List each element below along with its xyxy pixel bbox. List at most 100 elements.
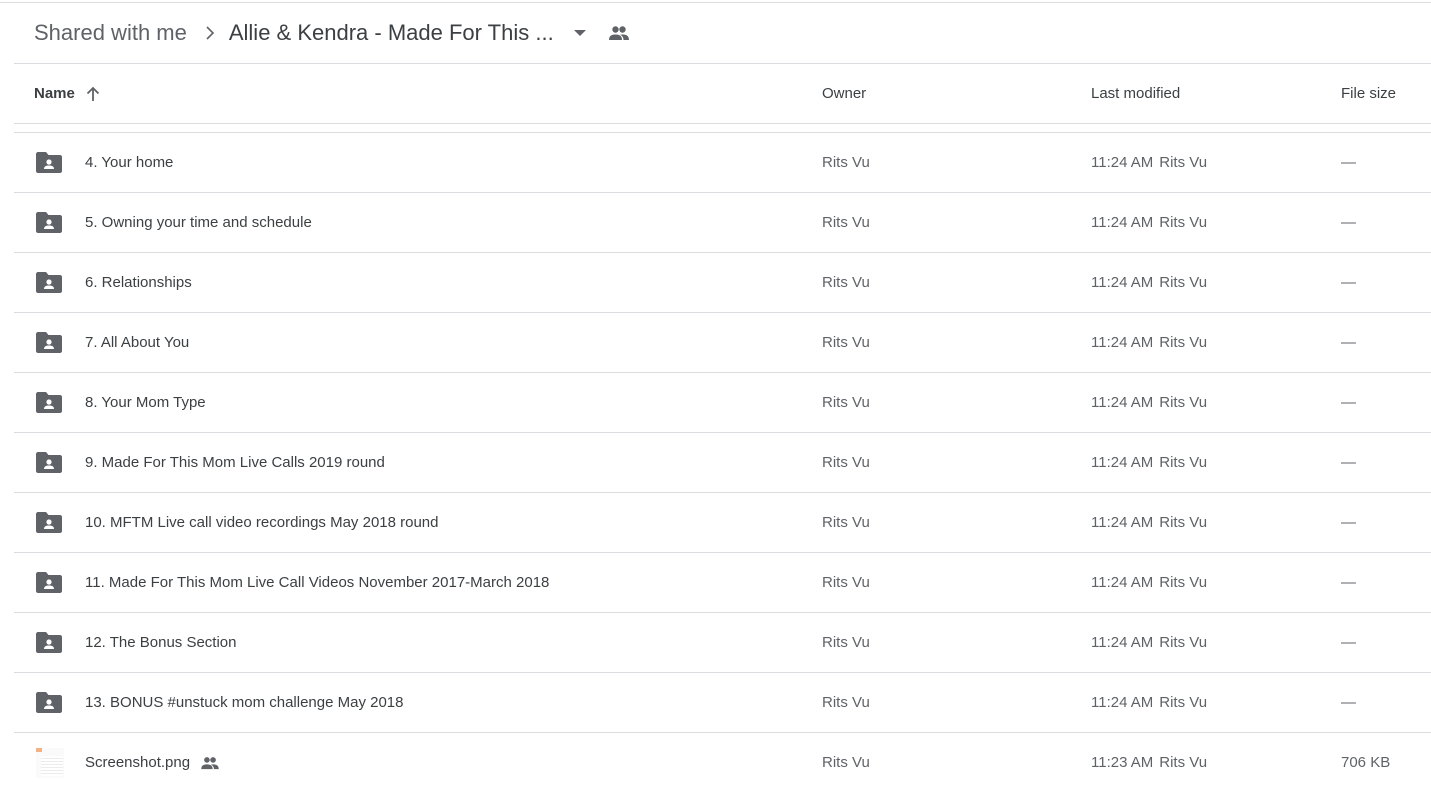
modified-time: 11:24 AM	[1091, 274, 1154, 291]
owner: Rits Vu	[822, 454, 870, 471]
file-name: 6. Relationships	[85, 253, 192, 312]
file-name: 11. Made For This Mom Live Call Videos N…	[85, 553, 549, 612]
modified-time: 11:24 AM	[1091, 334, 1154, 351]
file-name-text: 8. Your Mom Type	[85, 394, 206, 411]
file-row[interactable]: 8. Your Mom Type Rits Vu 11:24 AM Rits Vu —	[14, 373, 1431, 433]
column-header-row: Name Owner Last modified File size	[14, 64, 1431, 124]
file-name: 10. MFTM Live call video recordings May …	[85, 493, 439, 552]
image-thumbnail-icon	[36, 733, 64, 792]
owner: Rits Vu	[822, 334, 870, 351]
last-modified: 11:24 AM Rits Vu	[1091, 493, 1207, 552]
file-size: —	[1341, 514, 1356, 531]
file-name-text: 13. BONUS #unstuck mom challenge May 201…	[85, 694, 404, 711]
last-modified: 11:24 AM Rits Vu	[1091, 613, 1207, 672]
last-modified: 11:23 AM Rits Vu	[1091, 733, 1207, 792]
file-row[interactable]: 5. Owning your time and schedule Rits Vu 1…	[14, 193, 1431, 253]
modified-time: 11:24 AM	[1091, 154, 1154, 171]
shared-folder-icon	[36, 313, 64, 372]
file-name: 12. The Bonus Section	[85, 613, 237, 672]
file-size: —	[1341, 214, 1356, 231]
file-name-text: 11. Made For This Mom Live Call Videos N…	[85, 574, 550, 591]
arrow-drop-down-icon[interactable]	[573, 29, 586, 37]
file-row[interactable]: 4. Your home Rits Vu 11:24 AM Rits Vu —	[14, 133, 1431, 193]
file-name: 13. BONUS #unstuck mom challenge May 201…	[85, 673, 404, 732]
last-modified: 11:24 AM Rits Vu	[1091, 193, 1207, 252]
column-header-file-size[interactable]: File size	[1341, 64, 1396, 123]
modified-by: Rits Vu	[1159, 634, 1208, 651]
file-name-text: 6. Relationships	[85, 274, 192, 291]
owner: Rits Vu	[822, 154, 870, 171]
modified-time: 11:24 AM	[1091, 394, 1154, 411]
chevron-right-icon	[205, 25, 215, 41]
shared-folder-icon	[36, 373, 64, 432]
file-row[interactable]: 6. Relationships Rits Vu 11:24 AM Rits Vu —	[14, 253, 1431, 313]
file-row[interactable]: 10. MFTM Live call video recordings May …	[14, 493, 1431, 553]
file-size: —	[1341, 454, 1356, 471]
modified-by: Rits Vu	[1159, 694, 1208, 711]
owner: Rits Vu	[822, 754, 870, 771]
modified-by: Rits Vu	[1159, 394, 1208, 411]
modified-by: Rits Vu	[1159, 214, 1208, 231]
file-name: 8. Your Mom Type	[85, 373, 206, 432]
last-modified: 11:24 AM Rits Vu	[1091, 673, 1207, 732]
shared-folder-icon	[36, 673, 64, 732]
column-name-label: Name	[34, 85, 75, 102]
owner: Rits Vu	[822, 514, 870, 531]
file-name-text: 12. The Bonus Section	[85, 634, 237, 651]
file-row[interactable]: 7. All About You Rits Vu 11:24 AM Rits Vu —	[14, 313, 1431, 373]
file-name: 7. All About You	[85, 313, 189, 372]
column-header-last-modified[interactable]: Last modified	[1091, 64, 1180, 123]
file-name: 9. Made For This Mom Live Calls 2019 rou…	[85, 433, 385, 492]
shared-folder-icon	[36, 253, 64, 312]
modified-by: Rits Vu	[1159, 514, 1208, 531]
file-size: —	[1341, 274, 1356, 291]
column-header-owner[interactable]: Owner	[822, 64, 866, 123]
modified-time: 11:24 AM	[1091, 214, 1154, 231]
modified-by: Rits Vu	[1159, 274, 1208, 291]
last-modified: 11:24 AM Rits Vu	[1091, 313, 1207, 372]
owner: Rits Vu	[822, 274, 870, 291]
modified-time: 11:23 AM	[1091, 754, 1154, 771]
modified-time: 11:24 AM	[1091, 634, 1154, 651]
people-icon	[608, 25, 630, 41]
breadcrumb-current-folder[interactable]: Allie & Kendra - Made For This ...	[229, 20, 554, 46]
file-size: —	[1341, 694, 1356, 711]
file-name: Screenshot.png	[85, 733, 220, 792]
file-size: 706 KB	[1341, 754, 1391, 771]
shared-folder-icon	[36, 133, 64, 192]
modified-by: Rits Vu	[1159, 574, 1208, 591]
file-size: —	[1341, 574, 1356, 591]
modified-time: 11:24 AM	[1091, 454, 1154, 471]
modified-by: Rits Vu	[1159, 454, 1208, 471]
file-name-text: 10. MFTM Live call video recordings May …	[85, 514, 439, 531]
shared-folder-icon	[36, 553, 64, 612]
breadcrumb-shared-with-me[interactable]: Shared with me	[34, 20, 187, 46]
file-name: 5. Owning your time and schedule	[85, 193, 312, 252]
modified-time: 11:24 AM	[1091, 694, 1154, 711]
owner: Rits Vu	[822, 574, 870, 591]
column-header-name[interactable]: Name	[34, 64, 101, 123]
shared-folder-icon	[36, 433, 64, 492]
file-name: 4. Your home	[85, 133, 173, 192]
file-row[interactable]: 11. Made For This Mom Live Call Videos N…	[14, 553, 1431, 613]
last-modified: 11:24 AM Rits Vu	[1091, 553, 1207, 612]
shared-folder-icon	[36, 193, 64, 252]
last-modified: 11:24 AM Rits Vu	[1091, 253, 1207, 312]
arrow-upward-icon[interactable]	[85, 86, 101, 102]
file-size: —	[1341, 154, 1356, 171]
file-size: —	[1341, 394, 1356, 411]
file-name-text: 7. All About You	[85, 334, 190, 351]
breadcrumb: Shared with me Allie & Kendra - Made For…	[14, 3, 1431, 64]
file-row[interactable]: 13. BONUS #unstuck mom challenge May 201…	[14, 673, 1431, 733]
file-row[interactable]: Screenshot.png Rits Vu 11:23 AM Rits Vu 706 …	[14, 733, 1431, 792]
file-row[interactable]: 9. Made For This Mom Live Calls 2019 rou…	[14, 433, 1431, 493]
owner: Rits Vu	[822, 694, 870, 711]
file-row[interactable]: 12. The Bonus Section Rits Vu 11:24 AM Rits…	[14, 613, 1431, 673]
last-modified: 11:24 AM Rits Vu	[1091, 433, 1207, 492]
owner: Rits Vu	[822, 214, 870, 231]
modified-by: Rits Vu	[1159, 754, 1208, 771]
file-size: —	[1341, 334, 1356, 351]
shared-folder-icon	[36, 613, 64, 672]
file-name-text: 4. Your home	[85, 154, 174, 171]
modified-by: Rits Vu	[1159, 334, 1208, 351]
